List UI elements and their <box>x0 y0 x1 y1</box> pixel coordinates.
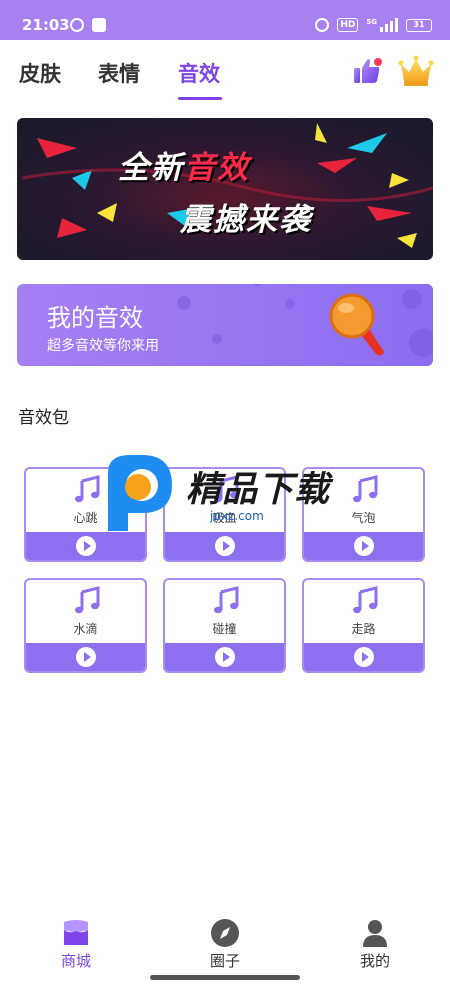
play-button[interactable] <box>353 536 374 556</box>
nav-community-label: 圈子 <box>209 952 240 970</box>
compass-icon <box>211 919 239 947</box>
play-button[interactable] <box>353 647 374 667</box>
notification-icon <box>70 18 84 32</box>
play-button[interactable] <box>214 536 235 556</box>
sound-pack-label: 走路 <box>351 622 376 636</box>
music-note-icon <box>75 475 100 503</box>
sound-packs-heading: 音效包 <box>18 408 69 428</box>
crown-icon[interactable] <box>398 54 434 88</box>
sound-pack-label: 吸血 <box>212 511 237 525</box>
sound-pack-card[interactable]: 碰撞 <box>163 578 286 673</box>
play-button[interactable] <box>75 536 96 556</box>
tab-skin[interactable]: 皮肤 <box>19 58 61 88</box>
play-button[interactable] <box>214 647 235 667</box>
sound-pack-card[interactable]: 气泡 <box>302 467 425 562</box>
thumb-up-icon[interactable] <box>352 56 382 86</box>
sound-pack-label: 碰撞 <box>212 622 237 636</box>
my-sound-effects-title: 我的音效 <box>47 304 143 332</box>
music-note-icon <box>214 586 239 614</box>
profile-icon <box>363 920 387 947</box>
my-sound-effects-subtitle: 超多音效等你来用 <box>47 338 159 354</box>
network-label: 5G <box>366 18 377 26</box>
nav-store-label: 商城 <box>60 952 91 970</box>
sound-pack-label: 心跳 <box>73 511 98 525</box>
tab-sound-effects[interactable]: 音效 <box>178 58 220 88</box>
music-note-icon <box>214 475 239 503</box>
nav-profile-label: 我的 <box>359 952 390 970</box>
sound-pack-label: 水滴 <box>73 622 98 636</box>
sound-pack-card[interactable]: 水滴 <box>24 578 147 673</box>
music-note-icon <box>75 586 100 614</box>
app-notification-icon <box>92 18 106 32</box>
banner-headline: 全新音效 <box>118 142 250 187</box>
sound-pack-card[interactable]: 走路 <box>302 578 425 673</box>
banner-headline-highlight: 音效 <box>184 150 250 186</box>
hd-badge: HD <box>337 18 359 32</box>
sound-pack-label: 气泡 <box>351 511 376 525</box>
music-note-icon <box>353 586 378 614</box>
banner-subheadline: 震撼来袭 <box>180 202 312 238</box>
sound-pack-card[interactable]: 吸血 <box>163 467 286 562</box>
signal-icon: 5G <box>366 18 398 32</box>
status-time: 21:03 <box>22 16 70 34</box>
nav-profile[interactable]: 我的 <box>335 918 415 971</box>
nav-community[interactable]: 圈子 <box>185 918 265 971</box>
battery-icon: 31 <box>406 18 432 32</box>
alarm-icon <box>315 18 330 32</box>
nav-store[interactable]: 商城 <box>36 918 116 971</box>
status-bar: 21:03 HD 5G 31 <box>0 0 450 40</box>
active-tab-indicator <box>178 97 222 100</box>
home-indicator[interactable] <box>150 975 300 980</box>
status-indicators: HD 5G 31 <box>315 16 432 34</box>
sound-pack-card[interactable]: 心跳 <box>24 467 147 562</box>
tab-emoji[interactable]: 表情 <box>98 58 140 88</box>
store-icon <box>64 920 88 945</box>
play-button[interactable] <box>75 647 96 667</box>
music-note-icon <box>353 475 378 503</box>
microphone-icon <box>326 290 396 360</box>
banner-headline-prefix: 全新 <box>118 150 184 186</box>
